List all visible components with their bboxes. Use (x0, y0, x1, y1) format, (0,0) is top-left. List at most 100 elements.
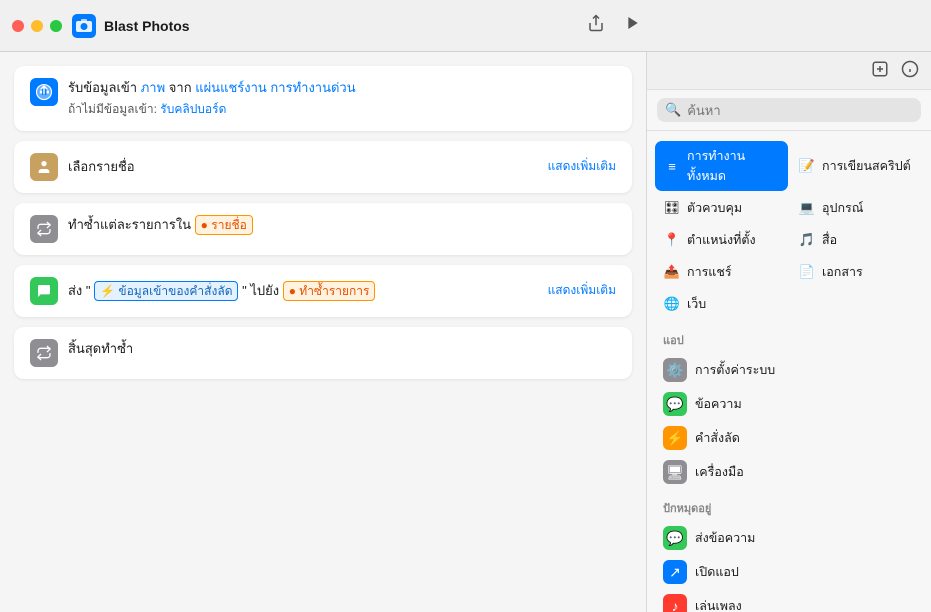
category-all[interactable]: ≡ การทำงานทั้งหมด (655, 141, 788, 191)
pinned-send-icon: 💬 (663, 526, 687, 550)
titlebar: Blast Photos (0, 0, 931, 52)
category-control-label: ตัวควบคุม (687, 198, 742, 218)
category-documents-label: เอกสาร (822, 262, 863, 282)
app-shortcuts-label: คำสั่งลัด (695, 428, 740, 448)
category-scripting-label: การเขียนสคริปต์ (822, 156, 911, 176)
category-media[interactable]: 🎵 สื่อ (790, 225, 923, 255)
search-input[interactable] (687, 103, 913, 118)
right-panel-header (647, 52, 931, 90)
receive-input-icon (30, 78, 58, 106)
category-scripting[interactable]: 📝 การเขียนสคริปต์ (790, 141, 923, 191)
category-location[interactable]: 📍 ตำแหน่งที่ตั้ง (655, 225, 788, 255)
main-content: รับข้อมูลเข้า ภาพ จาก แผ่นแชร์งาน การทำง… (0, 52, 931, 612)
app-device-label: เครื่องมือ (695, 462, 744, 482)
search-icon: 🔍 (665, 102, 681, 118)
web-icon: 🌐 (663, 295, 681, 313)
app-title-area: Blast Photos (72, 14, 190, 38)
repeat-list-icon (30, 215, 58, 243)
repeat-list-body: ทำซ้ำแต่ละรายการใน ● รายชื่อ (68, 215, 616, 235)
traffic-lights (12, 20, 62, 32)
repeat-list-main: ทำซ้ำแต่ละรายการใน ● รายชื่อ (68, 215, 616, 235)
category-documents[interactable]: 📄 เอกสาร (790, 257, 923, 287)
category-media-label: สื่อ (822, 230, 837, 250)
category-share[interactable]: 📤 การแชร์ (655, 257, 788, 287)
equipment-icon: 💻 (798, 199, 816, 217)
pinned-music[interactable]: ♪ เล่นเพลง (655, 589, 923, 612)
end-repeat-card: สิ้นสุดทำซ้ำ (14, 327, 632, 379)
input-type-link[interactable]: ภาพ (141, 80, 165, 95)
categories-section: ≡ การทำงานทั้งหมด 📝 การเขียนสคริปต์ 🎛 ตั… (647, 131, 931, 612)
category-all-label: การทำงานทั้งหมด (687, 146, 780, 186)
end-repeat-label: สิ้นสุดทำซ้ำ (68, 339, 616, 359)
add-action-button[interactable] (871, 60, 889, 83)
search-bar: 🔍 (647, 90, 931, 131)
source-link2[interactable]: การทำงานด่วน (270, 80, 355, 95)
media-icon: 🎵 (798, 231, 816, 249)
app-messages-label: ข้อความ (695, 394, 742, 414)
documents-icon: 📄 (798, 263, 816, 281)
left-panel: รับข้อมูลเข้า ภาพ จาก แผ่นแชร์งาน การทำง… (0, 52, 646, 612)
send-msg-show-more[interactable]: แสดงเพิ่มเติม (548, 281, 616, 300)
send-msg-main: ส่ง " ⚡ ข้อมูลเข้าของคำสั่งลัด " ไปยัง ●… (68, 281, 548, 301)
control-icon: 🎛 (663, 199, 681, 217)
category-equipment[interactable]: 💻 อุปกรณ์ (790, 193, 923, 223)
app-messages[interactable]: 💬 ข้อความ (655, 387, 923, 421)
choose-name-card: เลือกรายชื่อ แสดงเพิ่มเติม (14, 141, 632, 193)
app-title: Blast Photos (104, 18, 190, 34)
category-location-label: ตำแหน่งที่ตั้ง (687, 230, 756, 250)
end-repeat-body: สิ้นสุดทำซ้ำ (68, 339, 616, 359)
location-icon: 📍 (663, 231, 681, 249)
choose-name-label: เลือกรายชื่อ (68, 157, 135, 177)
pinned-open-label: เปิดแอป (695, 562, 739, 582)
titlebar-actions (587, 14, 641, 37)
maximize-button[interactable] (50, 20, 62, 32)
category-share-label: การแชร์ (687, 262, 732, 282)
share-icon: 📤 (663, 263, 681, 281)
app-settings[interactable]: ⚙️ การตั้งค่าระบบ (655, 353, 923, 387)
fallback-link[interactable]: รับคลิปบอร์ด (160, 102, 226, 116)
settings-icon: ⚙️ (663, 358, 687, 382)
pinned-send-label: ส่งข้อความ (695, 528, 755, 548)
apps-section-label: แอป (647, 323, 931, 351)
info-button[interactable] (901, 60, 919, 83)
shortcuts-icon: ⚡ (663, 426, 687, 450)
pinned-music-label: เล่นเพลง (695, 596, 742, 612)
repeat-list-card: ทำซ้ำแต่ละรายการใน ● รายชื่อ (14, 203, 632, 255)
category-grid: ≡ การทำงานทั้งหมด 📝 การเขียนสคริปต์ 🎛 ตั… (647, 137, 931, 323)
list-tag[interactable]: ● รายชื่อ (195, 215, 253, 235)
pinned-section-label: ปักหมุดอยู่ (647, 491, 931, 519)
receive-input-main: รับข้อมูลเข้า ภาพ จาก แผ่นแชร์งาน การทำง… (68, 78, 616, 98)
apps-list: ⚙️ การตั้งค่าระบบ 💬 ข้อความ ⚡ คำสั่งลัด … (647, 351, 931, 491)
play-button[interactable] (625, 15, 641, 36)
device-icon: 🖥 (663, 460, 687, 484)
category-web-label: เว็บ (687, 294, 706, 314)
repeat-item-tag[interactable]: ● ทำซ้ำรายการ (283, 281, 376, 301)
app-icon (72, 14, 96, 38)
scripting-icon: 📝 (798, 157, 816, 175)
minimize-button[interactable] (31, 20, 43, 32)
end-repeat-icon (30, 339, 58, 367)
category-control[interactable]: 🎛 ตัวควบคุม (655, 193, 788, 223)
receive-input-card: รับข้อมูลเข้า ภาพ จาก แผ่นแชร์งาน การทำง… (14, 66, 632, 131)
all-icon: ≡ (663, 157, 681, 175)
category-web[interactable]: 🌐 เว็บ (655, 289, 788, 319)
share-button[interactable] (587, 14, 605, 37)
app-device[interactable]: 🖥 เครื่องมือ (655, 455, 923, 489)
choose-name-show-more[interactable]: แสดงเพิ่มเติม (548, 157, 616, 176)
pinned-open-app[interactable]: ↗ เปิดแอป (655, 555, 923, 589)
right-panel: 🔍 ≡ การทำงานทั้งหมด 📝 การเขียนสคริปต์ 🎛 … (646, 52, 931, 612)
pinned-list: 💬 ส่งข้อความ ↗ เปิดแอป ♪ เล่นเพลง (647, 519, 931, 612)
source-link1[interactable]: แผ่นแชร์งาน (195, 80, 267, 95)
pinned-send-msg[interactable]: 💬 ส่งข้อความ (655, 521, 923, 555)
receive-input-sub: ถ้าไม่มีข้อมูลเข้า: รับคลิปบอร์ด (68, 100, 616, 119)
pinned-music-icon: ♪ (663, 594, 687, 612)
shortcut-input-tag[interactable]: ⚡ ข้อมูลเข้าของคำสั่งลัด (94, 281, 238, 301)
app-shortcuts[interactable]: ⚡ คำสั่งลัด (655, 421, 923, 455)
app-settings-label: การตั้งค่าระบบ (695, 360, 775, 380)
messages-icon: 💬 (663, 392, 687, 416)
category-equipment-label: อุปกรณ์ (822, 198, 863, 218)
pinned-open-icon: ↗ (663, 560, 687, 584)
choose-name-icon (30, 153, 58, 181)
search-input-wrap[interactable]: 🔍 (657, 98, 921, 122)
close-button[interactable] (12, 20, 24, 32)
